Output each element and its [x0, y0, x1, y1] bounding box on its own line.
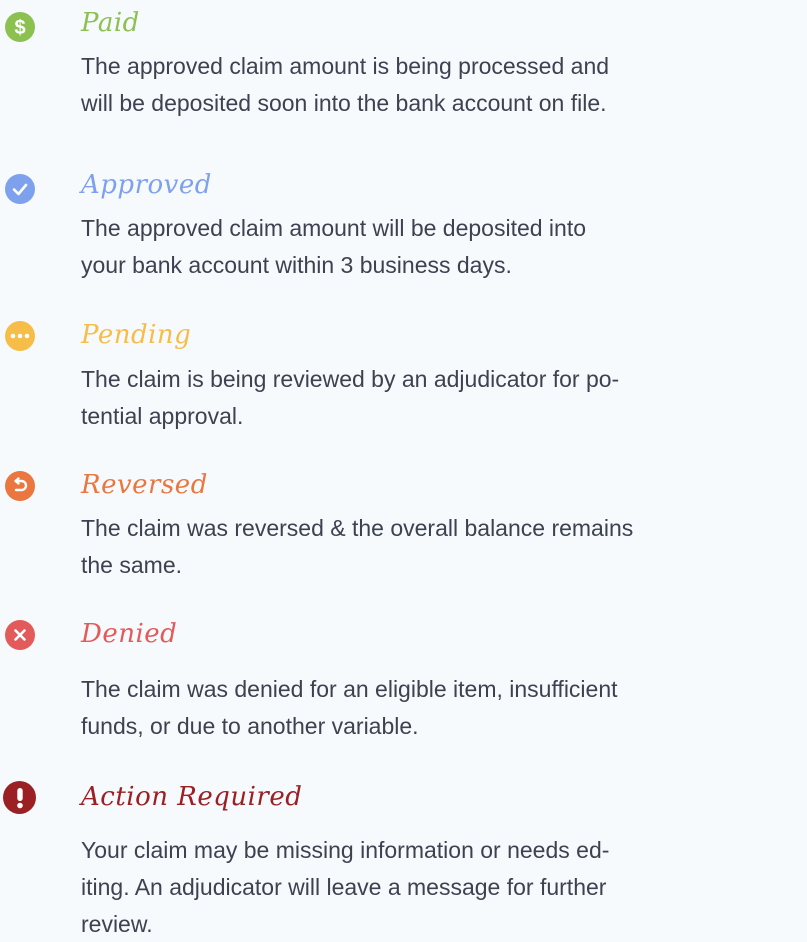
svg-text:$: $: [14, 17, 25, 38]
claim-status-legend: $ Paid The approved claim amount is bein…: [0, 0, 807, 942]
status-description-paid: The approved claim amount is being proce…: [81, 53, 610, 116]
status-title-action-required: Action Required: [81, 782, 303, 812]
dollar-icon: $: [5, 12, 35, 42]
status-description-pending: The claim is being reviewed by an adjudi…: [81, 366, 620, 429]
status-description-denied: The claim was denied for an eligible ite…: [81, 676, 618, 739]
status-description-reversed: The claim was reversed & the overall bal…: [81, 515, 634, 578]
status-title-reversed: Reversed: [81, 470, 208, 500]
undo-icon: [5, 471, 35, 501]
exclamation-icon: [3, 781, 36, 814]
status-description-action-required: Your claim may be missing information or…: [81, 837, 610, 937]
ellipsis-icon: [5, 321, 35, 351]
check-icon: [5, 174, 35, 204]
status-title-paid: Paid: [81, 8, 140, 38]
close-icon: [5, 620, 35, 650]
status-description-approved: The approved claim amount will be deposi…: [81, 215, 587, 278]
status-title-pending: Pending: [81, 320, 192, 350]
status-title-denied: Denied: [81, 619, 178, 649]
status-title-approved: Approved: [81, 170, 212, 200]
